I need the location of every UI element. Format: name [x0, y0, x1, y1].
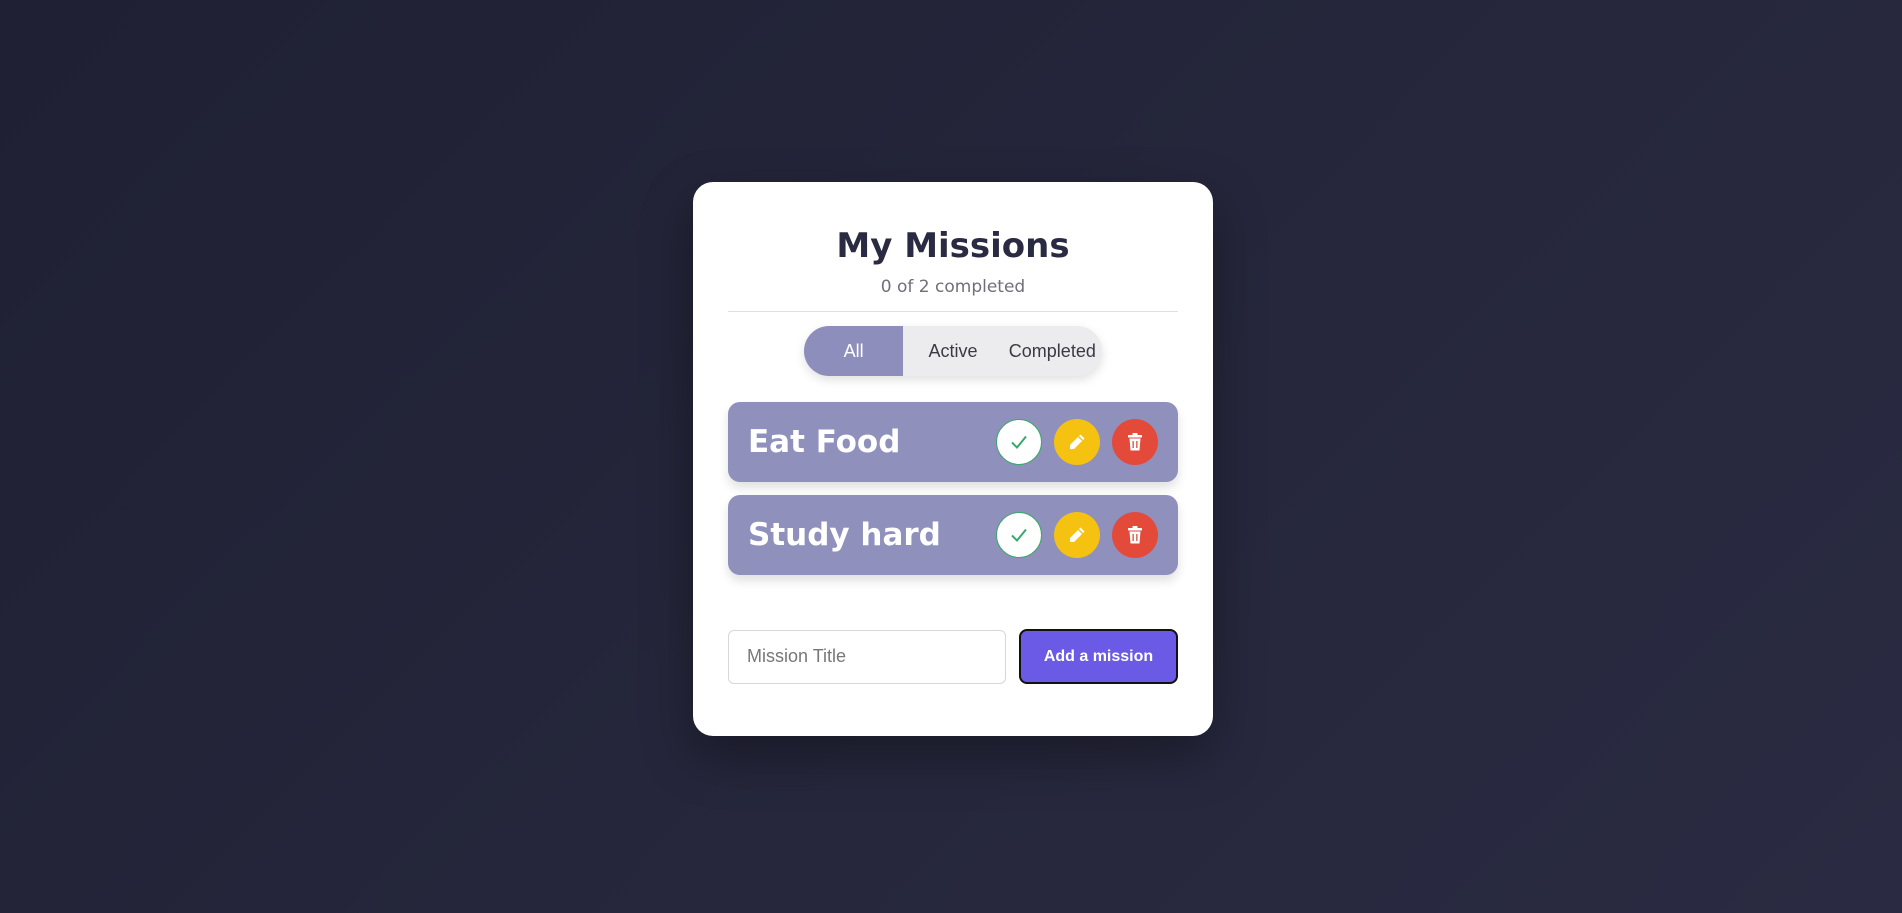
pencil-icon	[1070, 527, 1085, 543]
pencil-icon	[1070, 434, 1085, 450]
filter-completed[interactable]: Completed	[1003, 326, 1102, 376]
delete-button[interactable]	[1112, 419, 1158, 466]
filter-active[interactable]: Active	[903, 326, 1002, 376]
page-title: My Missions	[836, 226, 1070, 266]
mission-title-input[interactable]	[728, 629, 1006, 684]
missions-card: My Missions 0 of 2 completed All Active …	[693, 182, 1213, 736]
complete-button[interactable]	[996, 512, 1042, 559]
filter-all[interactable]: All	[804, 326, 904, 377]
add-mission-button[interactable]: Add a mission	[1019, 629, 1178, 685]
mission-list: Eat Food Study hard	[728, 402, 1178, 576]
mission-title: Study hard	[748, 517, 941, 554]
complete-button[interactable]	[996, 419, 1042, 466]
filter-toggle: All Active Completed	[804, 326, 1102, 377]
completion-counter: 0 of 2 completed	[880, 277, 1026, 298]
mission-title: Eat Food	[748, 424, 901, 461]
check-icon	[1011, 436, 1027, 450]
add-mission-form: Add a mission	[728, 629, 1178, 685]
trash-icon	[1128, 433, 1142, 451]
edit-button[interactable]	[1054, 512, 1100, 559]
mission-item: Study hard	[728, 495, 1178, 576]
divider	[728, 311, 1178, 313]
edit-button[interactable]	[1054, 419, 1100, 466]
trash-icon	[1128, 526, 1142, 544]
mission-item: Eat Food	[728, 402, 1178, 483]
check-icon	[1011, 529, 1027, 543]
delete-button[interactable]	[1112, 512, 1158, 559]
